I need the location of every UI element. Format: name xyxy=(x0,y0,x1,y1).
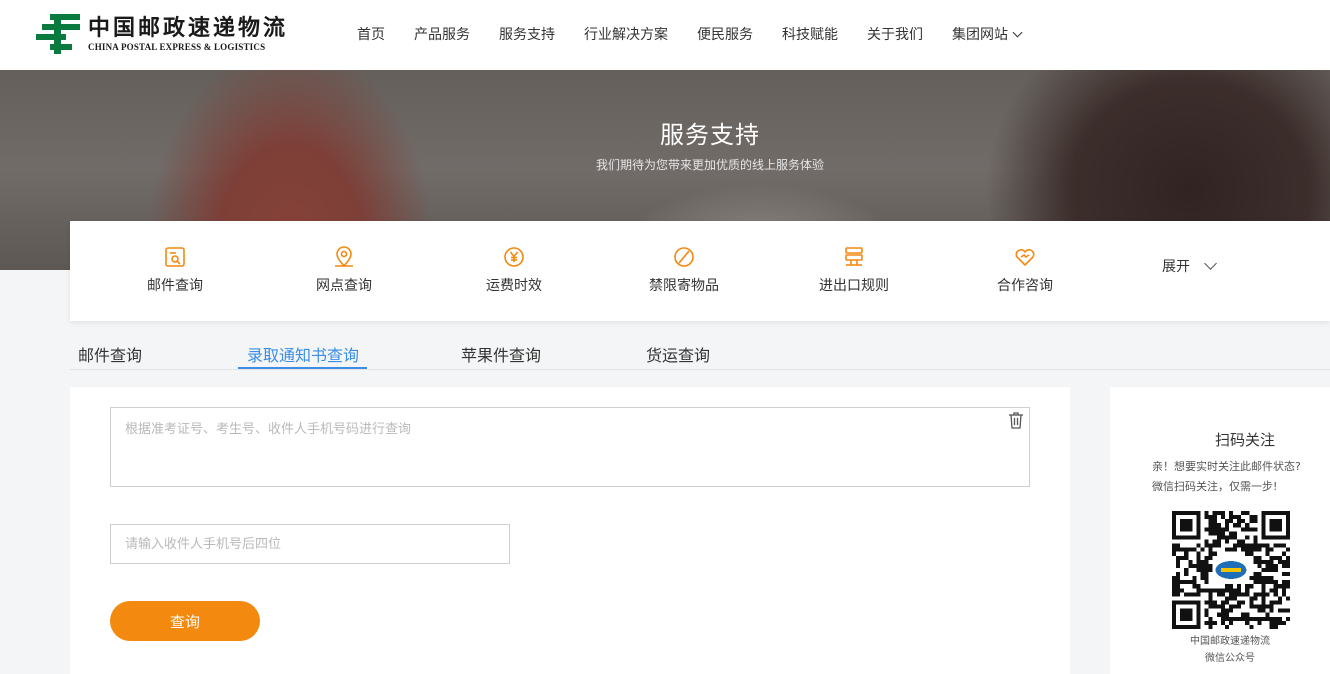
tab-mail-query[interactable]: 邮件查询 xyxy=(78,342,142,366)
nav-item-support[interactable]: 服务支持 xyxy=(499,24,555,44)
active-tab-indicator xyxy=(238,367,367,369)
service-prohibited-items[interactable]: 禁限寄物品 xyxy=(624,245,744,295)
service-label: 网点查询 xyxy=(316,278,372,294)
brand-logo[interactable]: 中国邮政速递物流 CHINA POSTAL EXPRESS & LOGISTIC… xyxy=(36,12,288,56)
service-mail-search[interactable]: 邮件查询 xyxy=(115,245,235,295)
service-label: 邮件查询 xyxy=(147,278,203,294)
tracking-number-input[interactable] xyxy=(110,407,1030,487)
services-bar: 邮件查询 网点查询 运费时效 禁限寄物品 进出口规则 合作咨询 展开 xyxy=(70,221,1330,321)
service-outlet-search[interactable]: 网点查询 xyxy=(284,245,404,295)
nav-item-group-sites[interactable]: 集团网站 xyxy=(952,24,1023,44)
tab-freight-query[interactable]: 货运查询 xyxy=(646,342,710,366)
query-tabs: 邮件查询 录取通知书查询 苹果件查询 货运查询 xyxy=(70,338,1330,370)
nav-item-home[interactable]: 首页 xyxy=(357,24,385,44)
service-shipping-fee[interactable]: 运费时效 xyxy=(454,245,574,295)
service-label: 运费时效 xyxy=(486,278,542,294)
tab-apple-parcel-query[interactable]: 苹果件查询 xyxy=(461,342,541,366)
wechat-qr-code-icon xyxy=(1172,511,1290,629)
logo-en-text: CHINA POSTAL EXPRESS & LOGISTICS xyxy=(88,42,266,52)
main-nav: 首页 产品服务 服务支持 行业解决方案 便民服务 科技赋能 关于我们 集团网站 xyxy=(357,24,1050,44)
qr-description: 亲！想要实时关注此邮件状态? 微信扫码关注，仅需一步! xyxy=(1150,457,1330,497)
logo-cn-text: 中国邮政速递物流 xyxy=(88,15,289,41)
tab-admission-letter-query[interactable]: 录取通知书查询 xyxy=(247,342,359,366)
banner-subtitle: 我们期待为您带来更加优质的线上服务体验 xyxy=(595,158,824,172)
service-cooperation[interactable]: 合作咨询 xyxy=(965,245,1085,295)
qr-title: 扫码关注 xyxy=(1214,431,1275,449)
service-import-export-rules[interactable]: 进出口规则 xyxy=(794,245,914,295)
chevron-down-icon xyxy=(1204,257,1217,270)
location-pin-icon xyxy=(332,245,356,269)
qr-desc-line-1: 亲！想要实时关注此邮件状态? xyxy=(1152,460,1301,473)
nav-item-technology[interactable]: 科技赋能 xyxy=(782,24,838,44)
qr-desc-line-2: 微信扫码关注，仅需一步! xyxy=(1152,480,1278,493)
query-button[interactable]: 查询 xyxy=(110,601,260,641)
ems-logo-icon xyxy=(36,12,82,56)
qr-caption-type: 微信公众号 xyxy=(1205,653,1255,664)
nav-item-convenience[interactable]: 便民服务 xyxy=(697,24,753,44)
trash-icon[interactable] xyxy=(1008,411,1024,429)
service-label: 进出口规则 xyxy=(819,278,889,294)
query-form-panel: 查询 xyxy=(70,387,1070,674)
nav-item-solutions[interactable]: 行业解决方案 xyxy=(584,24,668,44)
prohibited-icon xyxy=(672,245,696,269)
mail-search-icon xyxy=(163,245,187,269)
chevron-down-icon xyxy=(1012,27,1023,38)
service-label: 合作咨询 xyxy=(997,278,1053,294)
phone-last-four-input[interactable] xyxy=(110,524,510,564)
qr-caption-account: 中国邮政速递物流 xyxy=(1190,636,1270,647)
nav-item-products[interactable]: 产品服务 xyxy=(414,24,470,44)
nav-item-group-sites-label: 集团网站 xyxy=(952,27,1008,43)
wechat-follow-panel: 扫码关注 亲！想要实时关注此邮件状态? 微信扫码关注，仅需一步! 中国邮政速递物… xyxy=(1110,387,1330,674)
banner-title: 服务支持 xyxy=(660,121,760,149)
service-label: 禁限寄物品 xyxy=(649,278,719,294)
heart-handshake-icon xyxy=(1013,245,1037,269)
nav-item-about[interactable]: 关于我们 xyxy=(867,24,923,44)
yen-coin-icon xyxy=(502,245,526,269)
rules-icon xyxy=(842,245,866,269)
expand-label: 展开 xyxy=(1162,259,1190,275)
site-header: 中国邮政速递物流 CHINA POSTAL EXPRESS & LOGISTIC… xyxy=(0,0,1330,70)
expand-services-button[interactable]: 展开 xyxy=(1162,256,1217,276)
